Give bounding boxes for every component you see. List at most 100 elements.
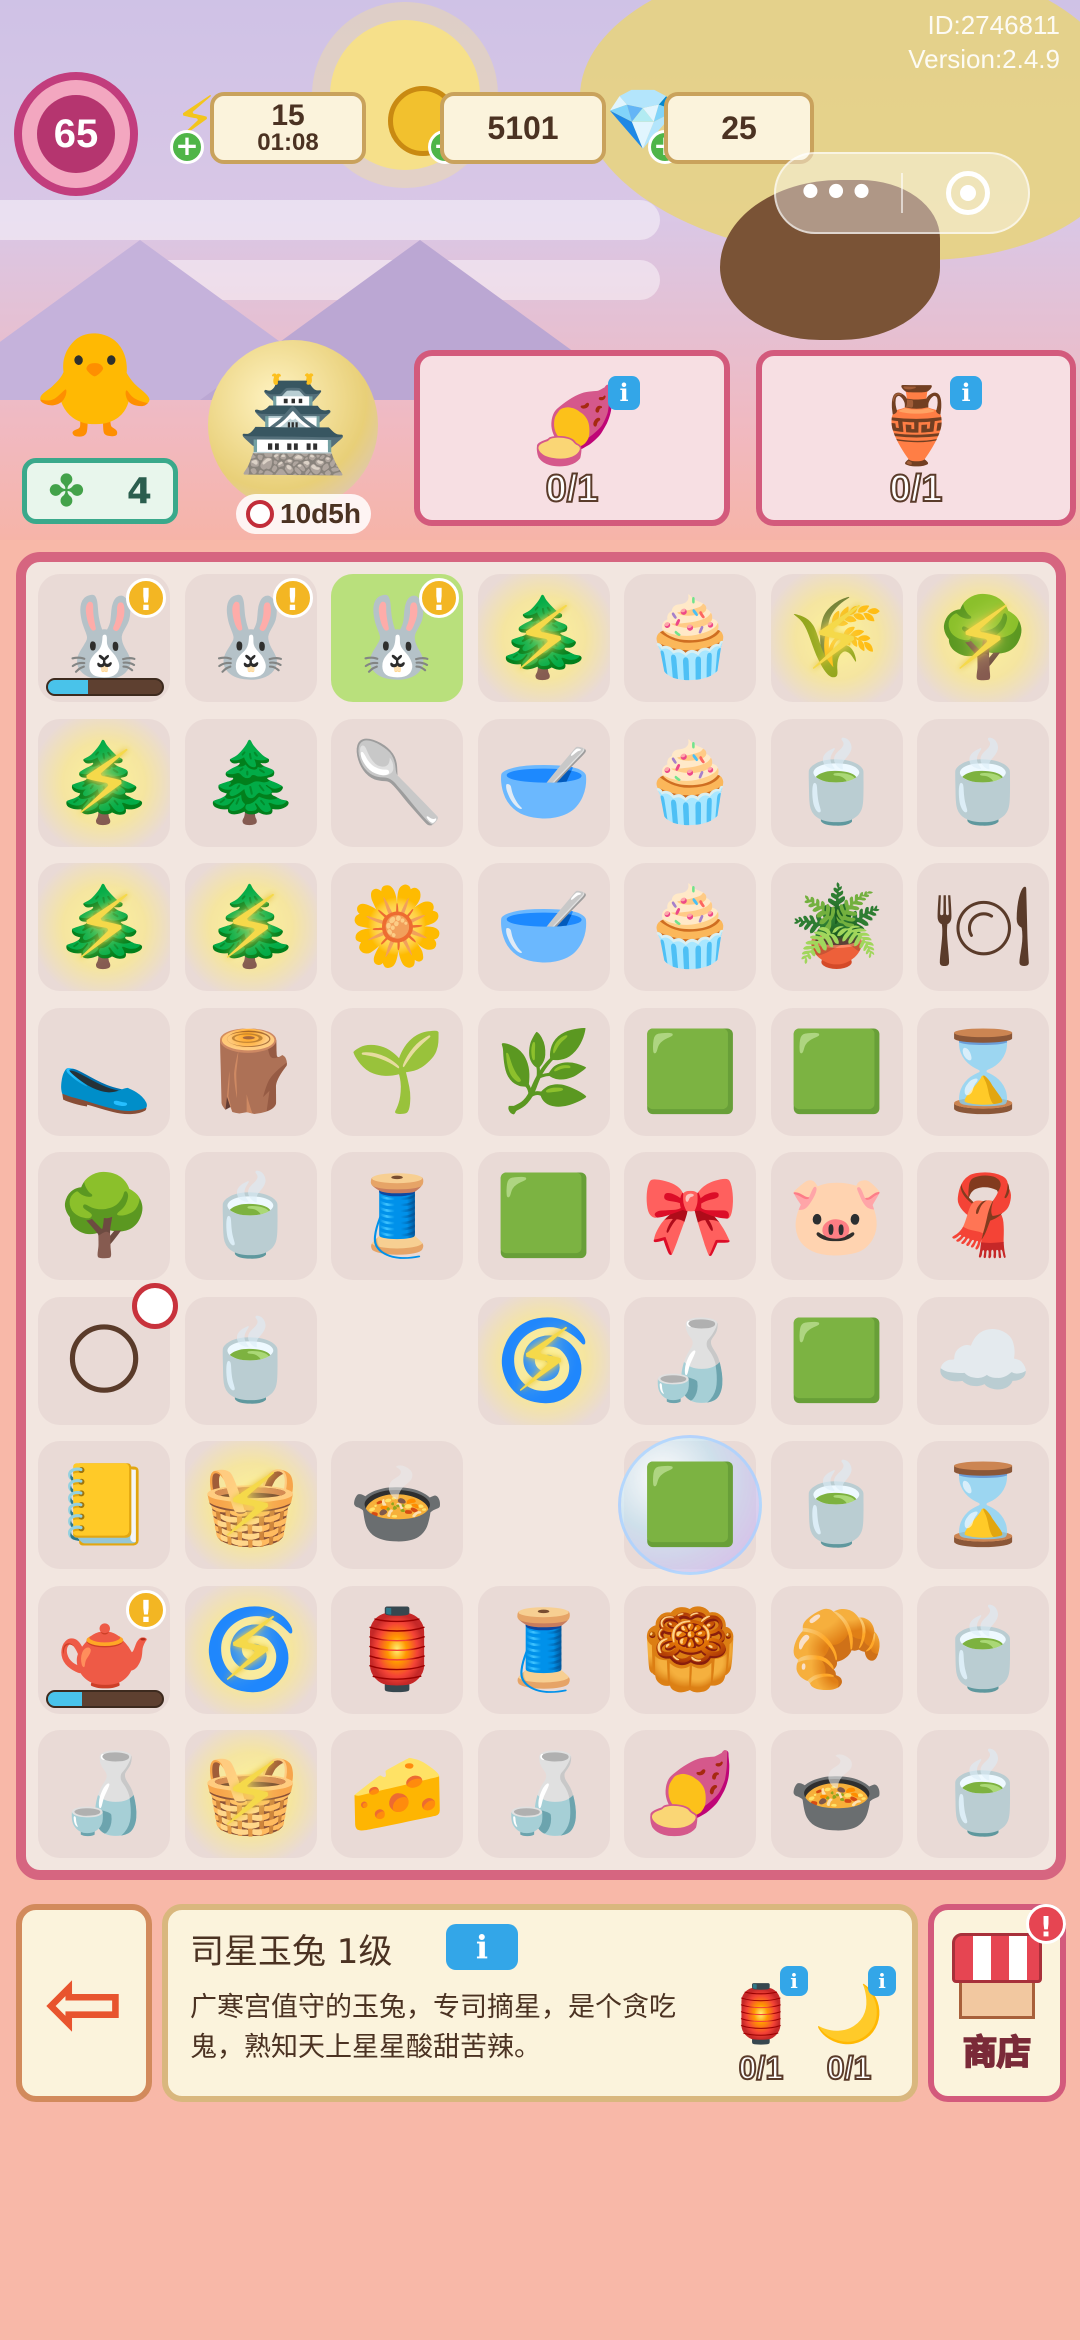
board-cell[interactable]: 🌲 ⚡ — [477, 574, 610, 702]
board-cell[interactable]: 🌀 ⚡ — [477, 1296, 610, 1425]
order-card[interactable]: 🍠 i 0/1 — [414, 350, 730, 526]
board-cell[interactable]: 🍶 — [38, 1730, 170, 1858]
board-cell[interactable]: 🟩 — [618, 1435, 762, 1575]
board-cell[interactable]: 🌳 ⚡ — [917, 574, 1049, 702]
requirement-item[interactable]: 🏮 i 0/1 — [716, 1966, 808, 2090]
board-cell[interactable]: 🐰! — [331, 574, 463, 702]
board-cell[interactable]: 🏮 — [331, 1585, 463, 1714]
board-cell[interactable]: 🍵 — [770, 718, 903, 847]
board-cell[interactable]: 🍠 — [624, 1730, 756, 1858]
board-cell[interactable]: 🥣 — [477, 863, 610, 991]
empty-board-cell[interactable] — [478, 1441, 610, 1569]
board-cell[interactable]: 🥿 — [38, 1007, 170, 1136]
add-energy-button[interactable]: + — [170, 130, 204, 164]
board-cell[interactable]: 🍲 — [331, 1441, 463, 1569]
board-cell[interactable]: 🐷 — [770, 1152, 903, 1280]
requirement-info-button[interactable]: i — [868, 1966, 896, 1996]
board-cell[interactable]: 🌾 ⚡ — [770, 574, 903, 702]
coin-counter[interactable]: 5101 — [440, 92, 606, 164]
board-cell[interactable]: 🐰! — [38, 574, 170, 702]
board-cell[interactable]: ⌛ — [917, 1441, 1049, 1569]
board-item-icon: 🍽 — [933, 882, 1033, 972]
board-cell[interactable]: 🟩 — [624, 1007, 756, 1136]
board-item-icon: 🌼 — [348, 882, 446, 972]
board-cell[interactable]: 🍶 — [624, 1296, 756, 1425]
board-item-icon: 🍵 — [201, 1315, 300, 1406]
board-cell[interactable]: 🧁 — [624, 574, 756, 702]
level-badge[interactable]: 65 — [14, 72, 138, 196]
board-cell[interactable]: 🌲 ⚡ — [184, 863, 317, 991]
board-cell[interactable]: 🌲 ⚡ — [38, 863, 170, 991]
shop-button[interactable]: 商店 ! — [928, 1904, 1066, 2102]
board-item-icon: 🧵 — [348, 1171, 446, 1261]
board-cell[interactable]: 🪴 — [770, 863, 903, 991]
duck-worker-avatar[interactable]: 🐥 — [30, 310, 160, 460]
close-miniprogram-button[interactable] — [913, 171, 1023, 215]
board-cell[interactable]: 🍽 — [917, 863, 1049, 991]
moon-palace-event-button[interactable]: 🏯 — [208, 340, 378, 510]
board-item-icon: 🏮 — [348, 1604, 446, 1695]
board-cell[interactable]: 🧺 ⚡ — [184, 1730, 317, 1858]
board-cell[interactable]: 🥐 — [770, 1585, 903, 1714]
board-item-icon: 🍠 — [641, 1749, 739, 1839]
board-cell[interactable]: 🟩 — [770, 1007, 903, 1136]
more-menu-button[interactable]: ••• — [781, 170, 891, 216]
board-cell[interactable]: 🟩 — [477, 1152, 610, 1280]
board-item-icon: 🍶 — [641, 1315, 739, 1406]
board-cell[interactable]: 🍵 — [917, 1730, 1049, 1858]
board-item-icon: 🟩 — [787, 1315, 886, 1406]
board-cell[interactable]: 🍵 — [770, 1441, 903, 1569]
generator-progress-bar — [46, 1689, 164, 1708]
board-cell[interactable]: 🎀 — [624, 1152, 756, 1280]
board-cell[interactable]: 🍵 — [184, 1152, 317, 1280]
board-cell[interactable]: 🌳 — [38, 1152, 170, 1280]
energy-value: 15 — [271, 99, 305, 132]
board-cell[interactable]: 🥮 — [624, 1585, 756, 1714]
board-cell[interactable]: 🧁 — [624, 718, 756, 847]
order-info-button[interactable]: i — [608, 376, 640, 410]
board-cell[interactable]: 🥣 — [477, 718, 610, 847]
board-item-icon: 🥄 — [348, 737, 446, 828]
board-cell[interactable]: 🌕 — [38, 1282, 178, 1425]
board-cell[interactable]: 🥄 — [331, 718, 463, 847]
board-item-icon: ⌛ — [934, 1460, 1032, 1550]
board-cell[interactable]: 🧀 — [331, 1730, 463, 1858]
order-count: 0/1 — [545, 467, 600, 511]
board-cell[interactable]: 🌱 — [331, 1007, 463, 1136]
board-cell[interactable]: 🪵 — [184, 1007, 317, 1136]
clover-counter[interactable]: ✤ 4 — [22, 458, 178, 524]
board-cell[interactable]: 🍲 — [770, 1730, 903, 1858]
board-cell[interactable]: 🧺 ⚡ — [184, 1441, 317, 1569]
shop-awning-icon — [952, 1932, 1042, 1983]
order-info-button[interactable]: i — [950, 376, 982, 410]
energy-counter[interactable]: 15 01:08 — [210, 92, 366, 164]
board-cell[interactable]: 🐰! — [184, 574, 317, 702]
board-cell[interactable]: 🍵 — [184, 1296, 317, 1425]
board-cell[interactable]: 🧵 — [477, 1585, 610, 1714]
board-item-icon: 🌕 — [63, 1315, 145, 1406]
board-cell[interactable]: 🌲 ⚡ — [38, 718, 170, 847]
board-item-icon: 🎀 — [641, 1171, 739, 1261]
board-cell[interactable]: ☁️ — [917, 1296, 1049, 1425]
board-cell[interactable]: 🧣 — [917, 1152, 1049, 1280]
board-cell[interactable]: 🍶 — [477, 1730, 610, 1858]
board-cell[interactable]: 🧁 — [624, 863, 756, 991]
board-cell[interactable]: 🌀 ⚡ — [184, 1585, 317, 1714]
board-cell[interactable]: 📒 — [38, 1441, 170, 1569]
board-cell[interactable]: 🌿 — [477, 1007, 610, 1136]
order-card[interactable]: 🏺 i 0/1 — [756, 350, 1076, 526]
board-cell[interactable]: 🟩 — [770, 1296, 903, 1425]
board-cell[interactable]: 🫖! — [38, 1585, 170, 1714]
build-info: ID:2746811 Version:2.4.9 — [908, 8, 1060, 76]
board-cell[interactable]: ⌛ — [917, 1007, 1049, 1136]
board-cell[interactable]: 🧵 — [331, 1152, 463, 1280]
gem-counter[interactable]: 25 — [664, 92, 814, 164]
requirement-item[interactable]: 🌙 i 0/1 — [804, 1966, 896, 2090]
item-info-button[interactable]: i — [446, 1924, 518, 1970]
board-cell[interactable]: 🌼 — [331, 863, 463, 991]
board-cell[interactable]: 🌲 — [184, 718, 317, 847]
board-cell[interactable]: 🍵 — [917, 1585, 1049, 1714]
board-cell[interactable]: 🍵 — [917, 718, 1049, 847]
empty-board-cell[interactable] — [331, 1297, 463, 1425]
exit-button[interactable]: ⇦ — [16, 1904, 152, 2102]
